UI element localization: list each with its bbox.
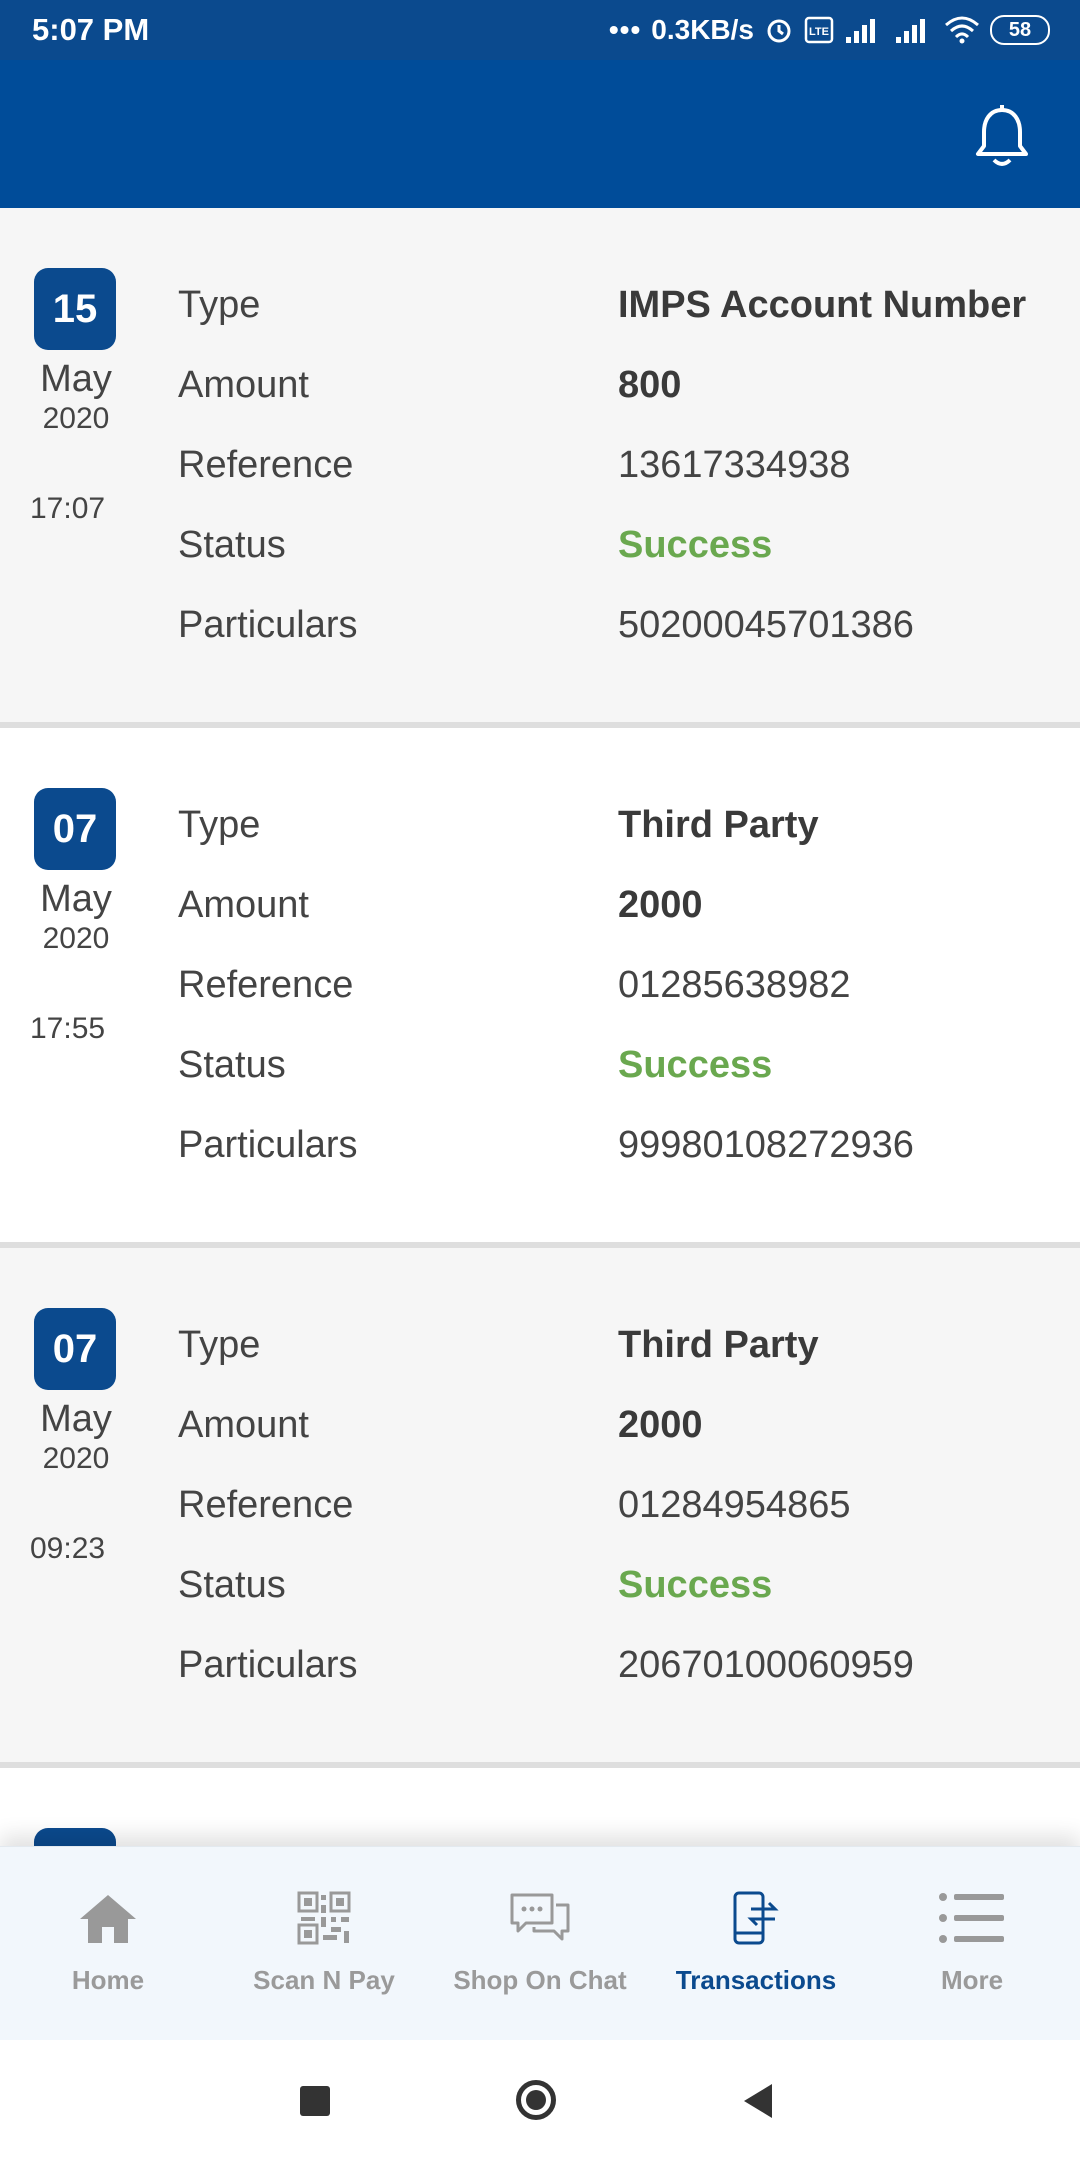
type-value: IMPS Account Number — [618, 284, 1027, 326]
particulars-label: Particulars — [178, 1124, 358, 1166]
amount-label: Amount — [178, 1404, 309, 1446]
home-icon — [80, 1895, 136, 1943]
reference-label: Reference — [178, 444, 354, 486]
status-value: Success — [618, 1044, 773, 1086]
transactions-icon — [733, 1891, 779, 1945]
nav-more-label: More — [940, 1965, 1004, 1995]
date-month: May — [40, 878, 112, 920]
reference-value: 01284954865 — [618, 1484, 851, 1526]
battery-icon: 58 — [990, 15, 1050, 45]
type-row: Type IMPS Account Number — [178, 284, 1058, 334]
date-month: May — [40, 1398, 112, 1440]
nav-transactions-label: Transactions — [675, 1965, 837, 1995]
status-label: Status — [178, 1564, 286, 1606]
date-day-badge: 15 — [34, 268, 116, 350]
type-row: Type Third Party — [178, 804, 1058, 854]
type-label: Type — [178, 804, 261, 846]
reference-label: Reference — [178, 1484, 354, 1526]
status-value: Success — [618, 1564, 773, 1606]
particulars-value: 20670100060959 — [618, 1644, 914, 1686]
signal-icon — [846, 19, 875, 43]
nav-transactions[interactable]: Transactions — [648, 1847, 864, 2041]
particulars-value: 99980108272936 — [618, 1124, 914, 1166]
particulars-label: Particulars — [178, 1644, 358, 1686]
bell-icon[interactable] — [974, 104, 1030, 170]
reference-label: Reference — [178, 964, 354, 1006]
nav-home[interactable]: Home — [0, 1847, 216, 2041]
status-icons: ••• 0.3KB/s LTE 58 — [609, 10, 1050, 50]
transaction-time: 09:23 — [30, 1532, 106, 1565]
reference-value: 13617334938 — [618, 444, 851, 486]
volte-icon: LTE — [804, 16, 834, 44]
particulars-value: 50200045701386 — [618, 604, 914, 646]
home-button[interactable] — [516, 2080, 556, 2120]
qr-code-icon — [297, 1891, 351, 1945]
status-row: Status Success — [178, 1044, 1058, 1094]
network-speed: 0.3KB/s — [651, 14, 754, 45]
transactions-list[interactable]: 15 May 2020 17:07 Type IMPS Account Numbe… — [0, 208, 1080, 1846]
date-day-badge — [34, 1828, 116, 1846]
nav-shop-on-chat-label: Shop On Chat — [453, 1965, 627, 1995]
particulars-row: Particulars 20670100060959 — [178, 1644, 1058, 1694]
amount-value: 800 — [618, 364, 682, 406]
more-notifications-icon: ••• — [608, 14, 642, 45]
nav-home-label: Home — [71, 1965, 145, 1995]
amount-row: Amount 2000 — [178, 1404, 1058, 1454]
battery-level: 58 — [1008, 18, 1032, 41]
transaction-time: 17:55 — [30, 1012, 106, 1045]
particulars-row: Particulars 99980108272936 — [178, 1124, 1058, 1174]
chat-icon — [510, 1893, 570, 1941]
transaction-time: 17:07 — [30, 492, 106, 525]
recents-button[interactable] — [300, 2086, 330, 2116]
date-year: 2020 — [42, 1442, 110, 1475]
wifi-icon — [945, 16, 979, 44]
bottom-navigation: Home Scan N Pay Shop On Chat Transaction… — [0, 1846, 1080, 2041]
nav-scan-n-pay[interactable]: Scan N Pay — [216, 1847, 432, 2041]
type-value: Third Party — [618, 1324, 819, 1366]
reference-row: Reference 13617334938 — [178, 444, 1058, 494]
back-button[interactable] — [744, 2084, 772, 2118]
transaction-card[interactable]: 07 May 2020 09:23 Type Third Party Amount… — [0, 1248, 1080, 1768]
status-row: Status Success — [178, 524, 1058, 574]
transaction-card[interactable] — [0, 1768, 1080, 1846]
reference-row: Reference 01285638982 — [178, 964, 1058, 1014]
nav-shop-on-chat[interactable]: Shop On Chat — [432, 1847, 648, 2041]
type-label: Type — [178, 1324, 261, 1366]
type-value: Third Party — [618, 804, 819, 846]
transaction-card[interactable]: 07 May 2020 17:55 Type Third Party Amount… — [0, 728, 1080, 1248]
menu-list-icon — [939, 1893, 1004, 1943]
svg-text:LTE: LTE — [809, 26, 829, 38]
type-label: Type — [178, 284, 261, 326]
date-month: May — [40, 358, 112, 400]
transaction-card[interactable]: 15 May 2020 17:07 Type IMPS Account Numbe… — [0, 208, 1080, 728]
date-year: 2020 — [42, 402, 110, 435]
alarm-icon — [767, 19, 791, 43]
status-row: Status Success — [178, 1564, 1058, 1614]
date-day-badge: 07 — [34, 788, 116, 870]
status-value: Success — [618, 524, 773, 566]
particulars-row: Particulars 50200045701386 — [178, 604, 1058, 654]
reference-value: 01285638982 — [618, 964, 851, 1006]
date-day-badge: 07 — [34, 1308, 116, 1390]
reference-row: Reference 01284954865 — [178, 1484, 1058, 1534]
type-row: Type Third Party — [178, 1324, 1058, 1374]
system-navigation-bar — [0, 2040, 1080, 2160]
nav-scan-n-pay-label: Scan N Pay — [253, 1965, 395, 1995]
particulars-label: Particulars — [178, 604, 358, 646]
amount-label: Amount — [178, 884, 309, 926]
amount-value: 2000 — [618, 884, 703, 926]
status-label: Status — [178, 1044, 286, 1086]
status-time: 5:07 PM — [32, 12, 150, 47]
amount-label: Amount — [178, 364, 309, 406]
amount-row: Amount 2000 — [178, 884, 1058, 934]
date-year: 2020 — [42, 922, 110, 955]
signal-icon — [896, 19, 925, 43]
nav-more[interactable]: More — [864, 1847, 1080, 2041]
status-label: Status — [178, 524, 286, 566]
amount-row: Amount 800 — [178, 364, 1058, 414]
app-bar — [0, 60, 1080, 208]
status-bar: 5:07 PM ••• 0.3KB/s LTE 58 — [0, 0, 1080, 60]
amount-value: 2000 — [618, 1404, 703, 1446]
